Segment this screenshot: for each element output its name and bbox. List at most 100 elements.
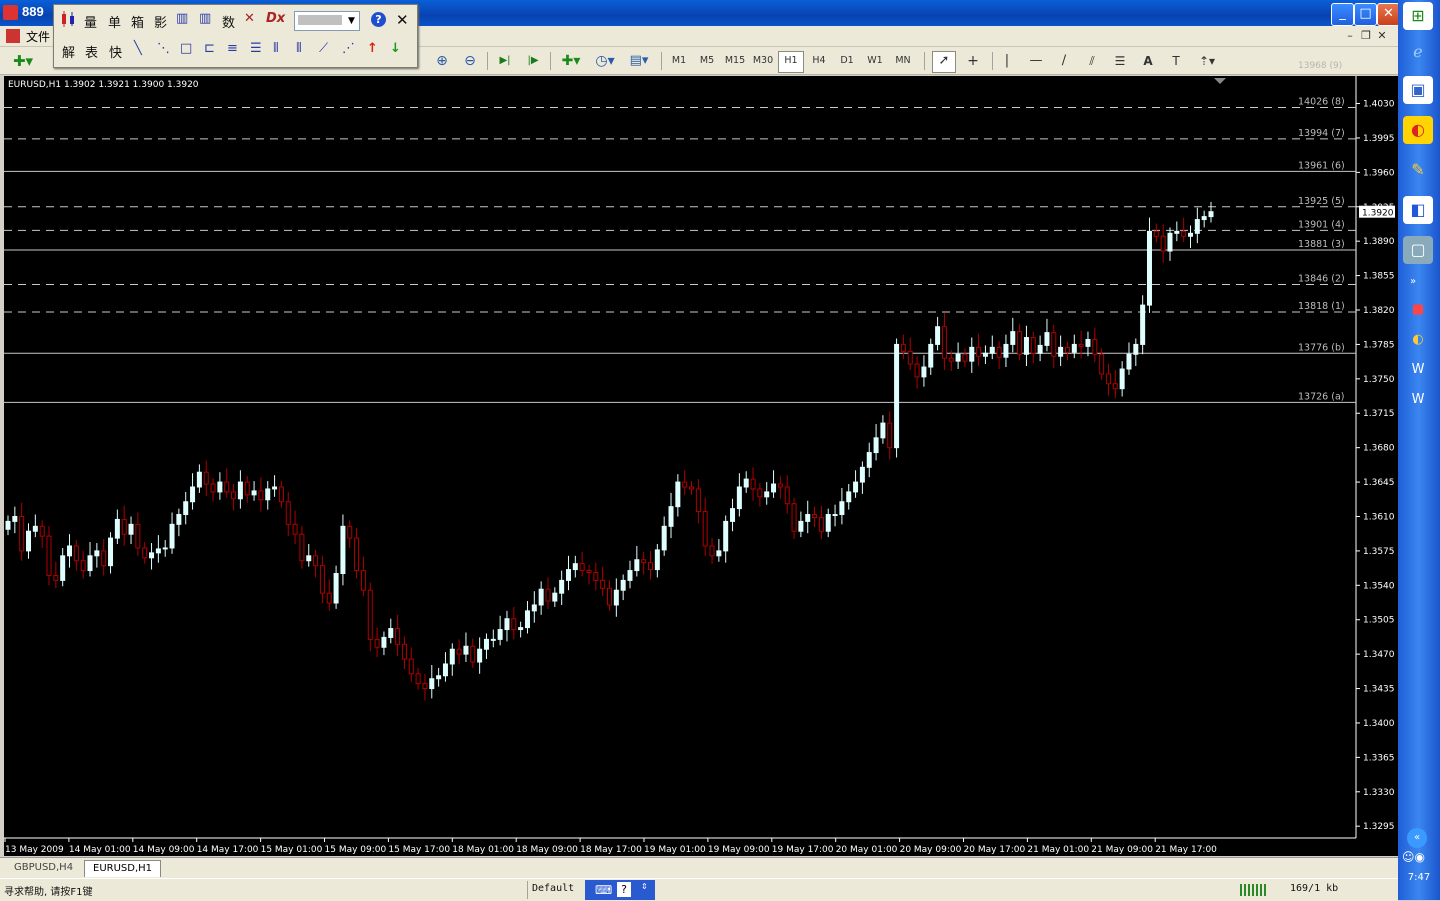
columns-alt-icon[interactable]: ⦀ <box>296 41 302 56</box>
levels-alt-icon[interactable]: ☰ <box>250 41 262 56</box>
candle-body <box>723 520 729 552</box>
timeframe-mn-button[interactable]: MN <box>890 51 916 71</box>
help-icon[interactable]: ? <box>371 12 386 27</box>
mdi-restore-icon[interactable]: ❐ <box>1358 29 1374 42</box>
time-tick-label: 21 May 09:00 <box>1091 845 1153 855</box>
levels-icon[interactable]: ≡ <box>227 41 238 56</box>
timeframe-d1-button[interactable]: D1 <box>834 51 860 71</box>
templates-icon[interactable]: ▤▾ <box>626 51 652 71</box>
periods-icon[interactable]: ◷▾ <box>592 51 618 71</box>
chart-shift-icon[interactable]: |▶ <box>523 51 543 71</box>
float-btn-quick[interactable]: 快 <box>109 42 122 61</box>
tab-gbpusd-h4[interactable]: GBPUSD,H4 <box>6 860 81 876</box>
float-btn-solve[interactable]: 解 <box>62 42 75 61</box>
tab-eurusd-h1[interactable]: EURUSD,H1 <box>84 860 162 877</box>
minimize-button[interactable]: _ <box>1331 3 1354 26</box>
line-icon[interactable]: ╲ <box>134 41 142 56</box>
trendline-icon[interactable]: ∕ <box>1054 51 1074 71</box>
app-icon-1[interactable]: ◐ <box>1403 116 1433 144</box>
tray-icons[interactable]: ☺◉ <box>1402 850 1425 864</box>
level-icon[interactable]: ⊏ <box>204 41 215 56</box>
toolbar-separator <box>924 52 925 70</box>
mdi-minimize-icon[interactable]: – <box>1342 29 1358 42</box>
candle-body <box>682 481 688 488</box>
channel-icon[interactable]: ⫽ <box>1082 51 1102 71</box>
text-label-icon[interactable]: T <box>1166 51 1186 71</box>
candle-body <box>374 638 380 648</box>
new-chart-icon[interactable]: ✚▾ <box>8 51 38 71</box>
crosshair-icon[interactable]: + <box>962 51 984 71</box>
candle-body <box>67 545 73 557</box>
timeframe-m15-button[interactable]: M15 <box>722 51 748 71</box>
timeframe-h4-button[interactable]: H4 <box>806 51 832 71</box>
app-icon-3[interactable]: ▢ <box>1403 236 1433 264</box>
expand-icon[interactable]: » <box>1410 276 1416 287</box>
dx-icon[interactable]: Dx <box>266 11 285 26</box>
tray-expand-icon[interactable]: « <box>1407 828 1427 848</box>
overlay-label: 13968 (9) <box>1298 61 1343 71</box>
vertical-line-icon[interactable]: | <box>998 51 1016 71</box>
word-icon[interactable]: W <box>1403 356 1433 384</box>
chevron-down-icon[interactable]: ▼ <box>345 12 358 30</box>
ie-icon[interactable]: ℯ <box>1403 38 1433 66</box>
candle-icon[interactable] <box>59 11 77 27</box>
app-icon-4[interactable]: ◐ <box>1403 326 1433 354</box>
horizontal-line-icon[interactable]: — <box>1026 51 1046 71</box>
windows-logo-icon[interactable]: ⊞ <box>1403 2 1433 30</box>
language-bar[interactable]: ⌨ ? ⇕ <box>585 880 655 900</box>
timeframe-m1-button[interactable]: M1 <box>666 51 692 71</box>
fibonacci-icon[interactable]: ☰ <box>1110 51 1130 71</box>
float-btn-quantity[interactable]: 量 <box>84 12 97 31</box>
candle-body <box>149 552 155 559</box>
arrows-icon[interactable]: ⇡▾ <box>1194 51 1220 71</box>
float-btn-shadow[interactable]: 影 <box>154 12 167 31</box>
timeframe-m30-button[interactable]: M30 <box>750 51 776 71</box>
app-icon-2[interactable]: ◧ <box>1403 196 1433 224</box>
connection-icon <box>1240 884 1268 896</box>
fan-alt-icon[interactable]: ⋰ <box>342 41 355 56</box>
status-help-text: 寻求帮助, 请按F1键 <box>4 887 93 898</box>
zoom-in-icon[interactable]: ⊕ <box>432 51 452 71</box>
paint-icon[interactable]: ✎ <box>1403 156 1433 184</box>
float-close-icon[interactable]: ✕ <box>396 11 409 29</box>
float-btn-box[interactable]: 箱 <box>131 12 144 31</box>
chevron-icon[interactable]: ⇕ <box>641 882 648 891</box>
keyboard-icon[interactable]: ⌨ <box>595 883 612 897</box>
arrow-down-icon[interactable]: ↓ <box>390 41 401 56</box>
timeframe-m5-button[interactable]: M5 <box>694 51 720 71</box>
autoscroll-icon[interactable]: ▶| <box>495 51 515 71</box>
float-btn-single[interactable]: 单 <box>108 12 121 31</box>
color-select[interactable]: ▼ <box>294 11 360 31</box>
fan-icon[interactable]: ⟋ <box>319 41 328 56</box>
close-button[interactable]: ✕ <box>1377 3 1400 26</box>
mdi-close-icon[interactable]: ✕ <box>1374 29 1390 42</box>
float-btn-table[interactable]: 表 <box>85 42 98 61</box>
candle-body <box>477 648 483 663</box>
bars-icon[interactable]: ▥ <box>176 11 188 26</box>
bars-alt-icon[interactable]: ▥ <box>199 11 211 26</box>
time-tick-label: 13 May 2009 <box>5 845 64 855</box>
cross-lines-icon[interactable]: ✕ <box>244 11 255 26</box>
text-tool-icon[interactable]: A <box>1138 51 1158 71</box>
timeframe-w1-button[interactable]: W1 <box>862 51 888 71</box>
menu-file[interactable]: 文件 <box>26 28 50 45</box>
float-btn-number[interactable]: 数 <box>222 12 235 31</box>
candle-body <box>80 560 86 572</box>
help-icon[interactable]: ? <box>617 882 631 897</box>
desktop-icon[interactable]: ▣ <box>1403 76 1433 104</box>
arrow-up-icon[interactable]: ↑ <box>367 41 378 56</box>
status-profile: Default <box>532 883 575 894</box>
indicators-icon[interactable]: ✚▾ <box>558 51 584 71</box>
timeframe-h1-button[interactable]: H1 <box>778 51 804 73</box>
candle-body <box>436 675 442 680</box>
word-icon-2[interactable]: W <box>1403 386 1433 414</box>
maximize-button[interactable]: □ <box>1354 3 1377 26</box>
rectangle-icon[interactable]: □ <box>180 41 192 56</box>
mt4-icon[interactable]: ■ <box>1403 296 1433 324</box>
candle-body <box>1071 343 1077 353</box>
price-chart[interactable]: 1.40301.39951.39601.39251.38901.38551.38… <box>4 76 1398 856</box>
zoom-out-icon[interactable]: ⊖ <box>460 51 480 71</box>
double-line-icon[interactable]: ⋱ <box>157 41 170 56</box>
columns-icon[interactable]: ⦀ <box>273 41 279 56</box>
cursor-icon[interactable]: ➚ <box>932 51 956 73</box>
